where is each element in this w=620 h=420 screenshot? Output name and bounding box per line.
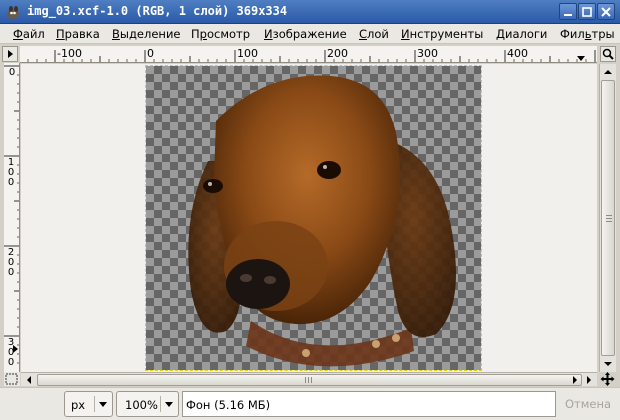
- menu-edit[interactable]: Правка: [56, 27, 100, 41]
- ruler-label: -100: [57, 47, 82, 60]
- status-bar: px 100% Фон (5.16 МБ) Отмена: [0, 387, 620, 420]
- quick-mask-icon: [5, 373, 18, 385]
- horizontal-scroll-thumb[interactable]: [37, 374, 582, 386]
- ruler-ticks: [4, 65, 19, 364]
- vertical-scroll-thumb[interactable]: [601, 80, 615, 356]
- close-icon: [601, 7, 611, 17]
- menu-tools[interactable]: Инструменты: [401, 27, 483, 41]
- menu-bar: Файл Правка Выделение Просмотр Изображен…: [0, 24, 620, 44]
- menu-select[interactable]: Выделение: [112, 27, 181, 41]
- cancel-button[interactable]: Отмена: [560, 391, 616, 417]
- zoom-value: 100%: [125, 398, 158, 412]
- maximize-button[interactable]: [578, 3, 596, 20]
- scroll-right-icon[interactable]: [568, 373, 582, 387]
- ruler-label: 400: [507, 47, 528, 60]
- vertical-scrollbar[interactable]: [599, 64, 616, 372]
- menu-image[interactable]: Изображение: [264, 27, 347, 41]
- menu-layer[interactable]: Слой: [359, 27, 389, 41]
- ruler-label: 200: [327, 47, 348, 60]
- ruler-label: 0: [8, 67, 16, 78]
- ruler-label: 200: [7, 247, 15, 278]
- ruler-label: 100: [7, 157, 15, 188]
- scroll-right-end-icon[interactable]: [582, 373, 596, 387]
- quick-mask-button[interactable]: [4, 372, 20, 386]
- zoom-navigate-button[interactable]: [600, 46, 616, 62]
- vertical-ruler[interactable]: 0 100 200 300: [4, 63, 20, 372]
- arrow-right-icon: [8, 50, 13, 58]
- menu-dialogs[interactable]: Диалоги: [496, 27, 547, 41]
- horizontal-ruler[interactable]: -100 0 100 200 300 400: [20, 46, 597, 63]
- minimize-icon: [564, 14, 572, 16]
- ruler-label: 0: [147, 47, 154, 60]
- dropdown-arrow-icon: [99, 402, 107, 407]
- grip-icon: [305, 377, 312, 383]
- scroll-down-icon[interactable]: [601, 357, 615, 371]
- pointer-marker-icon: [577, 56, 585, 61]
- scroll-up-icon[interactable]: [601, 65, 615, 79]
- unit-selector[interactable]: px: [64, 391, 113, 417]
- ruler-label: 100: [237, 47, 258, 60]
- menu-view[interactable]: Просмотр: [191, 27, 250, 41]
- maximize-icon: [582, 7, 592, 17]
- menu-file[interactable]: Файл: [13, 27, 45, 41]
- canvas-area[interactable]: [21, 64, 597, 372]
- grip-icon: [606, 215, 612, 222]
- ruler-label: 300: [7, 337, 15, 368]
- status-message-field: Фон (5.16 МБ): [182, 391, 556, 417]
- title-bar: img_03.xcf-1.0 (RGB, 1 слой) 369x334: [0, 0, 620, 24]
- gimp-wilber-icon: [7, 6, 19, 19]
- image-layer[interactable]: [145, 65, 482, 371]
- scroll-left-icon[interactable]: [22, 373, 36, 387]
- dropdown-arrow-icon: [165, 402, 173, 407]
- dachshund-image: [188, 75, 456, 367]
- zoom-selector[interactable]: 100%: [116, 391, 179, 417]
- image-menu-button[interactable]: [2, 46, 18, 62]
- pointer-coordinates: [4, 392, 62, 416]
- ruler-label: 300: [417, 47, 438, 60]
- unit-value: px: [71, 398, 86, 412]
- combo-separator: [160, 396, 161, 412]
- close-button[interactable]: [597, 3, 615, 20]
- status-message: Фон (5.16 МБ): [186, 398, 271, 412]
- menu-filters[interactable]: Фильтры: [560, 27, 615, 41]
- navigation-button[interactable]: [599, 371, 616, 387]
- minimize-button[interactable]: [559, 3, 577, 20]
- move-cross-icon: [600, 372, 615, 386]
- combo-separator: [94, 396, 95, 412]
- horizontal-scrollbar[interactable]: [21, 372, 597, 386]
- window-title: img_03.xcf-1.0 (RGB, 1 слой) 369x334: [27, 4, 288, 18]
- magnifier-icon: [602, 48, 614, 60]
